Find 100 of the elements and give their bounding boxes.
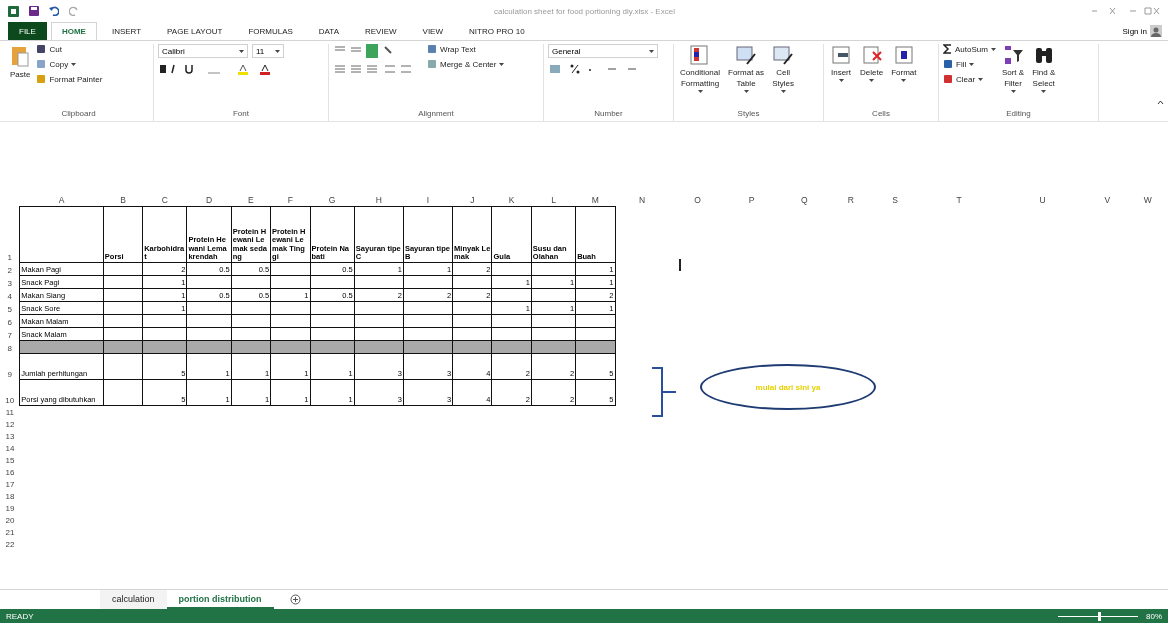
sort-filter-button[interactable]: Sort & Filter <box>999 44 1027 109</box>
collapse-ribbon-icon[interactable] <box>1157 100 1164 105</box>
row-number[interactable]: 1 <box>0 206 20 263</box>
find-select-button[interactable]: Find & Select <box>1030 44 1058 109</box>
sigma-icon <box>943 44 952 54</box>
row-number[interactable]: 5 <box>0 301 20 315</box>
caret-icon <box>838 79 844 83</box>
ribbon-tab[interactable]: VIEW <box>411 22 454 40</box>
cells-button[interactable]: Insert <box>828 44 854 109</box>
autosum-button[interactable]: AutoSum <box>943 44 996 54</box>
group-label: Cells <box>871 109 891 120</box>
row-number[interactable]: 18 <box>0 489 20 502</box>
caret-icon <box>969 62 975 66</box>
ribbon-tab[interactable]: NITRO PRO 10 <box>458 22 536 40</box>
column-header[interactable]: A <box>19 194 104 207</box>
column-header[interactable]: L <box>531 194 576 207</box>
column-header[interactable]: Q <box>777 194 832 207</box>
format-painter-button[interactable]: Format Painter <box>36 74 103 84</box>
styles-button[interactable]: Format as Table <box>726 44 767 109</box>
number-format-field[interactable]: General <box>548 44 658 58</box>
column-header[interactable]: H <box>354 194 404 207</box>
column-header[interactable]: W <box>1127 194 1168 207</box>
row-number[interactable]: 20 <box>0 513 20 526</box>
row-number[interactable]: 3 <box>0 275 20 289</box>
row-number[interactable]: 22 <box>0 537 20 550</box>
column-header[interactable]: N <box>615 194 670 207</box>
ribbon-tab[interactable]: FILE <box>8 22 47 40</box>
row-number[interactable]: 14 <box>0 441 20 454</box>
caret-icon <box>743 90 749 94</box>
avatar-icon[interactable] <box>1150 25 1162 37</box>
add-sheet-icon[interactable] <box>289 594 301 605</box>
styles-button[interactable]: Conditional Formatting <box>678 44 723 109</box>
row-number[interactable]: 21 <box>0 525 20 538</box>
callout-ellipse: mulai dari sini ya <box>700 364 876 410</box>
wrap-text-button[interactable]: Wrap Text <box>427 44 505 54</box>
group-label: Editing <box>1005 109 1032 120</box>
merge-center-button[interactable]: Merge & Center <box>427 59 505 69</box>
caret-icon <box>275 49 280 53</box>
caret-icon <box>990 47 996 51</box>
column-header[interactable]: T <box>919 194 999 207</box>
sheet-tab[interactable]: calculation <box>100 590 167 609</box>
caret-icon <box>978 77 984 81</box>
excel-logo-icon[interactable] <box>8 5 19 17</box>
column-header[interactable]: M <box>575 194 615 207</box>
row-number[interactable]: 15 <box>0 453 20 466</box>
ribbon-tab[interactable]: HOME <box>50 22 97 40</box>
row-number[interactable]: 11 <box>0 405 20 418</box>
row-number[interactable]: 8 <box>0 340 20 354</box>
column-header[interactable]: E <box>231 194 271 207</box>
column-header[interactable]: R <box>831 194 871 207</box>
row-number[interactable]: 19 <box>0 501 20 514</box>
ribbon-tab[interactable]: REVIEW <box>354 22 408 40</box>
column-header[interactable]: K <box>492 194 532 207</box>
group-label: Number <box>593 109 624 120</box>
ribbon-tab[interactable]: INSERT <box>100 22 153 40</box>
column-header[interactable]: O <box>669 194 727 207</box>
ribbon-tab[interactable]: DATA <box>307 22 350 40</box>
caret-icon <box>901 79 907 83</box>
styles-button[interactable]: Cell Styles <box>770 44 797 109</box>
sign-in-link[interactable]: Sign in <box>1122 26 1147 36</box>
column-header[interactable]: G <box>310 194 355 207</box>
row-number[interactable]: 10 <box>0 379 20 406</box>
row-number[interactable]: 16 <box>0 465 20 478</box>
table-format-icon <box>735 44 758 66</box>
column-header[interactable]: V <box>1086 194 1128 207</box>
row-number[interactable]: 7 <box>0 327 20 341</box>
column-header[interactable]: D <box>186 194 232 207</box>
row-number[interactable]: 6 <box>0 314 20 328</box>
row-number[interactable]: 2 <box>0 262 20 276</box>
row-number[interactable]: 17 <box>0 477 20 490</box>
zoom-level[interactable]: 80% <box>1146 611 1162 621</box>
ribbon-tab[interactable]: PAGE LAYOUT <box>156 22 234 40</box>
zoom-slider-thumb[interactable] <box>1098 611 1101 621</box>
column-header[interactable]: I <box>403 194 453 207</box>
ribbon-tab[interactable]: FORMULAS <box>237 22 304 40</box>
column-header[interactable]: U <box>998 194 1087 207</box>
column-header[interactable]: P <box>726 194 778 207</box>
clear-button[interactable]: Clear <box>943 74 996 84</box>
font-size-field[interactable]: 11 <box>252 44 284 58</box>
column-header[interactable]: F <box>270 194 310 207</box>
cells-button[interactable]: Format <box>889 44 919 109</box>
undo-icon[interactable] <box>49 6 59 16</box>
eraser-icon <box>943 74 953 84</box>
font-name-field[interactable]: Calibri <box>158 44 248 58</box>
row-number[interactable]: 9 <box>0 353 20 380</box>
cells-button[interactable]: Delete <box>858 44 886 109</box>
column-header[interactable]: J <box>452 194 492 207</box>
cut-button[interactable]: Cut <box>36 44 103 54</box>
row-number[interactable]: 13 <box>0 429 20 442</box>
column-header[interactable]: S <box>870 194 920 207</box>
column-header[interactable]: B <box>103 194 143 207</box>
row-number[interactable]: 4 <box>0 288 20 302</box>
copy-button[interactable]: Copy <box>36 59 103 69</box>
caret-icon <box>71 62 77 66</box>
column-header[interactable]: C <box>142 194 187 207</box>
paste-button[interactable]: Paste <box>8 44 33 109</box>
fill-button[interactable]: Fill <box>943 59 996 69</box>
format-cells-icon <box>892 44 915 66</box>
row-number[interactable]: 12 <box>0 417 20 430</box>
save-icon[interactable] <box>29 6 39 16</box>
